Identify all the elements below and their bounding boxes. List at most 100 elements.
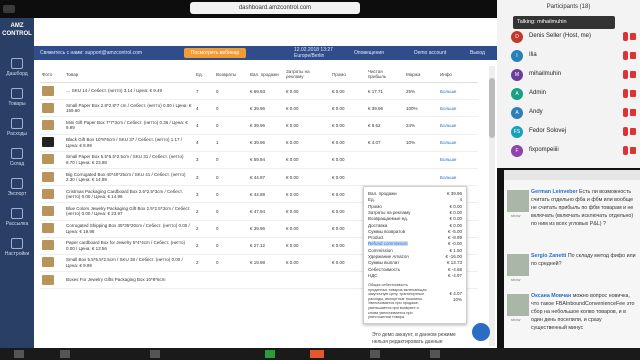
mic-muted-icon[interactable] <box>623 70 628 79</box>
table-row[interactable]: Small Paper Box 5.5*5.5*2.5cm / SKU 31 /… <box>40 151 478 169</box>
support-chat-icon[interactable] <box>472 323 490 341</box>
camera-off-icon[interactable] <box>630 52 636 59</box>
product-thumbnail <box>42 257 54 268</box>
participant-item[interactable]: D Denis Seller (Host, me) <box>511 30 636 44</box>
cell-info[interactable]: Больше <box>438 82 478 101</box>
video-icon[interactable] <box>60 350 70 358</box>
product-name[interactable]: Small Box 5.5*5.5*2.5cm / SKU 38 / Себес… <box>64 254 194 273</box>
support-contact[interactable]: Свяжитесь с нами: support@amzcontrol.com <box>40 50 142 56</box>
camera-off-icon[interactable] <box>630 33 636 40</box>
table-row[interactable]: … SKU 14 / Себест. (нетто) 3.14 / Цена: … <box>40 82 478 101</box>
column-header[interactable]: Промо <box>330 66 366 83</box>
cell-info[interactable]: Больше <box>438 151 478 169</box>
product-name[interactable]: Boxes For Jewelry Gifts Packaging Box 10… <box>64 271 194 290</box>
sidebar-item-expenses[interactable]: Расходы <box>0 118 34 137</box>
product-name[interactable]: Corrugated Shipping Box 45*35*20cm / Себ… <box>64 220 194 238</box>
participant-item[interactable]: Mmihailmuhin <box>511 68 636 82</box>
cell-returns: 1 <box>214 134 248 152</box>
cell-promo: € 0.00 <box>330 254 366 273</box>
show-link[interactable]: show <box>511 276 520 284</box>
mic-muted-icon[interactable] <box>623 32 628 41</box>
watch-webinar-button[interactable]: Посмотреть вебинар <box>184 48 246 58</box>
column-header[interactable]: Фото <box>40 66 64 83</box>
cell-margin: 100% <box>404 99 438 118</box>
cell-promo <box>330 271 366 290</box>
product-name[interactable]: Blue Colors Jewelry Packaging Gift Box 2… <box>64 202 194 221</box>
show-link[interactable]: show <box>511 212 520 220</box>
popup-row-value: € 0.00 <box>449 222 462 228</box>
cell-sales: € 69.93 <box>248 82 284 101</box>
cell-margin: 25% <box>404 82 438 101</box>
table-row[interactable]: Small Paper Box 2.8*2.8*7 cm / Себест. (… <box>40 99 478 118</box>
column-header[interactable]: Вал. продажи <box>248 66 284 83</box>
chat-icon[interactable] <box>430 350 440 358</box>
cell-info[interactable]: Больше <box>438 116 478 135</box>
show-link[interactable]: show <box>511 316 520 324</box>
sidebar-item-mailing[interactable]: Рассылка <box>0 208 34 227</box>
logout-link[interactable]: Выход <box>470 50 485 56</box>
product-name[interactable]: … SKU 14 / Себест. (нетто) 3.14 / Цена: … <box>64 82 194 101</box>
participants-icon[interactable] <box>370 350 380 358</box>
participant-item[interactable]: A Andy <box>511 106 636 120</box>
column-header[interactable]: Товар <box>64 66 194 83</box>
product-name[interactable]: Big Corrugated Box 40*40*25cm / SKU 41 /… <box>64 168 194 187</box>
record-icon[interactable] <box>310 350 324 358</box>
column-header[interactable]: Инфо <box>438 66 478 83</box>
participant-item[interactable]: A Admin <box>511 87 636 101</box>
participant-item[interactable]: Ffixpompeiiii <box>511 144 636 158</box>
cell-info[interactable]: Больше <box>438 168 478 187</box>
product-name[interactable]: Small Paper Box 2.8*2.8*7 cm / Себест. (… <box>64 99 194 118</box>
security-icon[interactable] <box>150 350 160 358</box>
mic-muted-icon[interactable] <box>623 146 628 155</box>
table-row[interactable]: Mini Gift Paper Box 7*7*3cm / Себест. (н… <box>40 116 478 135</box>
app-header: Свяжитесь с нами: support@amzcontrol.com… <box>34 46 497 60</box>
cell-info[interactable]: Больше <box>438 99 478 118</box>
mic-muted-icon[interactable] <box>623 127 628 136</box>
table-row[interactable]: Big Corrugated Box 40*40*25cm / SKU 41 /… <box>40 168 478 187</box>
cell-info[interactable]: Больше <box>438 134 478 152</box>
camera-off-icon[interactable] <box>630 128 636 135</box>
popup-row: Себестоимость € -4.68 <box>368 267 462 273</box>
popup-row-value: € 0.00 <box>449 209 462 215</box>
mute-icon[interactable] <box>14 350 24 358</box>
mic-muted-icon[interactable] <box>623 51 628 60</box>
browser-url-bar[interactable]: dashboard.amzcontrol.com <box>190 2 360 14</box>
column-header[interactable]: Чистая прибыль <box>366 66 404 83</box>
sidebar-item-export[interactable]: Экспорт <box>0 178 34 197</box>
popup-row-label: Промо <box>368 203 382 209</box>
column-header[interactable]: Маржа <box>404 66 438 83</box>
product-name[interactable]: Paper cardboard Box for Jewelry 5*4*4cm … <box>64 237 194 255</box>
demo-account-link[interactable]: Demo account <box>414 50 446 56</box>
sidebar-item-settings[interactable]: Настройки <box>0 238 34 257</box>
sidebar-item-products[interactable]: Товары <box>0 88 34 107</box>
column-header[interactable]: Ед. <box>194 66 214 83</box>
cell-net: € 39.96 <box>366 99 404 118</box>
sidebar-item-warehouse[interactable]: Склад <box>0 148 34 167</box>
product-name[interactable]: Small Paper Box 5.5*5.5*2.5cm / SKU 31 /… <box>64 151 194 169</box>
mic-muted-icon[interactable] <box>623 108 628 117</box>
alerts-link[interactable]: Оповещения <box>354 50 384 56</box>
camera-off-icon[interactable] <box>630 109 636 116</box>
cell-promo: € 0.00 <box>330 168 366 187</box>
sidebar-item-dashboard[interactable]: Дашборд <box>0 58 34 77</box>
camera-off-icon[interactable] <box>630 147 636 154</box>
column-header[interactable]: Возвраты <box>214 66 248 83</box>
participant-item[interactable]: FS Fedor Solovej <box>511 125 636 139</box>
gear-icon <box>11 238 23 249</box>
product-name[interactable]: Cristmas Packaging Cardboard Box 2.5*2.5… <box>64 185 194 204</box>
participant-item[interactable]: I Ilia <box>511 49 636 63</box>
cell-margin: 24% <box>404 116 438 135</box>
popup-row-label: Затраты на рекламу <box>368 209 411 215</box>
popup-extra-value: 10% <box>452 297 462 303</box>
share-screen-icon[interactable] <box>265 350 275 358</box>
table-row[interactable]: Black Gift Box 10*8*6cm / SKU 37 / Себес… <box>40 134 478 152</box>
product-name[interactable]: Mini Gift Paper Box 7*7*3cm / Себест. (н… <box>64 116 194 135</box>
camera-off-icon[interactable] <box>630 90 636 97</box>
camera-off-icon[interactable] <box>630 71 636 78</box>
column-header[interactable]: Затраты на рекламу <box>284 66 330 83</box>
product-name[interactable]: Black Gift Box 10*8*6cm / SKU 37 / Себес… <box>64 134 194 152</box>
popup-row: Промо € 0.00 <box>368 204 462 210</box>
product-thumbnail <box>42 240 54 251</box>
scrollbar-thumb[interactable] <box>489 78 495 138</box>
mic-muted-icon[interactable] <box>623 89 628 98</box>
